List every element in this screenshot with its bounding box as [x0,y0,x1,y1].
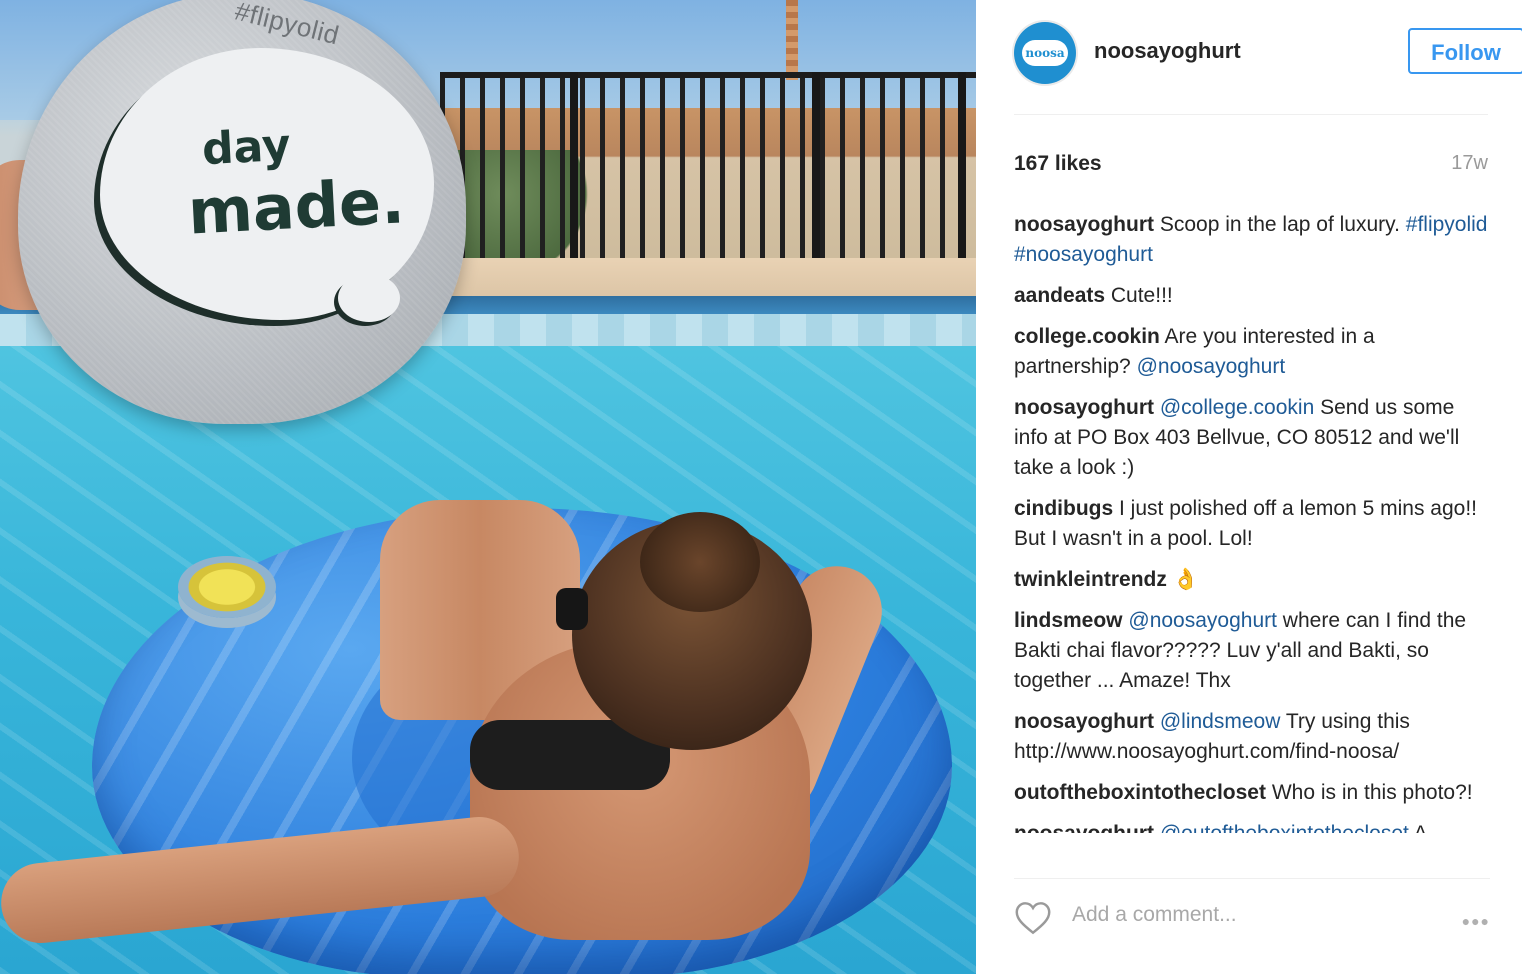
avatar-logo-text: noosa [1022,40,1068,66]
ok-hand-emoji: 👌 [1166,568,1199,591]
comment-username[interactable]: noosayoghurt [1014,396,1154,419]
follow-button[interactable]: Follow [1408,28,1522,74]
likes-count[interactable]: 167 likes [1014,152,1102,176]
comment-mention[interactable]: @noosayoghurt [1128,609,1277,632]
fence-post [958,72,966,262]
yoghurt-lid: #flipyolid day made. [18,0,466,424]
comment-item: lindsmeow @noosayoghurt where can I find… [1014,606,1490,696]
comment-username[interactable]: outoftheboxintothecloset [1014,781,1266,804]
post-age[interactable]: 17w [1451,152,1488,175]
comment-item: noosayoghurt @college.cookin Send us som… [1014,393,1490,483]
pool-fence [440,72,976,268]
post-header: noosa noosayoghurt Follow [1014,18,1522,115]
post-details-panel: noosa noosayoghurt Follow 167 likes 17w … [976,0,1522,974]
comment-text: A [1409,822,1428,833]
heart-icon[interactable] [1014,901,1052,935]
comment-username[interactable]: twinkleintrendz [1014,568,1167,591]
add-comment-input[interactable]: Add a comment... [1072,903,1237,927]
comment-item: twinkleintrendz 👌 [1014,565,1490,595]
comment-username[interactable]: college.cookin [1014,325,1160,348]
sunglasses [556,588,588,630]
comment-mention[interactable]: @outoftheboxintothecloset [1160,822,1409,833]
comment-username[interactable]: aandeats [1014,284,1105,307]
comment-username[interactable]: noosayoghurt [1014,710,1154,733]
comment-item: outoftheboxintothecloset Who is in this … [1014,778,1490,808]
post-photo[interactable]: #flipyolid day made. [0,0,976,974]
instagram-post: #flipyolid day made. noosa noosayoghurt … [0,0,1522,974]
comment-mention[interactable]: @lindsmeow [1160,710,1281,733]
fence-post [570,72,578,262]
pool-deck [440,258,976,298]
username-link[interactable]: noosayoghurt [1094,38,1241,64]
more-options-icon[interactable]: ●●● [1462,913,1490,929]
hair-bun [640,512,760,612]
comment-text: Cute!!! [1105,284,1173,307]
lid-speech-cloud-tail [338,274,400,322]
avatar[interactable]: noosa [1014,22,1076,84]
comment-item: noosayoghurt Scoop in the lap of luxury.… [1014,210,1490,270]
comment-item: cindibugs I just polished off a lemon 5 … [1014,494,1490,554]
comment-item: noosayoghurt @lindsmeow Try using this h… [1014,707,1490,767]
comment-item-partial: noosayoghurt @outoftheboxintothecloset A [1014,819,1490,833]
comment-username[interactable]: cindibugs [1014,497,1113,520]
cup-holder [178,556,276,618]
comment-item: aandeats Cute!!! [1014,281,1490,311]
comment-item: college.cookin Are you interested in a p… [1014,322,1490,382]
comments-list[interactable]: noosayoghurt Scoop in the lap of luxury.… [1014,210,1490,862]
lid-text-made: made. [186,164,407,249]
comment-text: Who is in this photo?! [1265,781,1473,804]
lid-hashtag: #flipyolid [232,0,343,51]
crane [786,0,798,80]
comment-username[interactable]: noosayoghurt [1014,822,1154,833]
comment-username[interactable]: lindsmeow [1014,609,1123,632]
comment-username[interactable]: noosayoghurt [1014,213,1154,236]
comment-mention[interactable]: @college.cookin [1160,396,1314,419]
lid-text-day: day [200,119,292,176]
comment-mention[interactable]: @noosayoghurt [1137,355,1286,378]
comment-footer: Add a comment... ●●● [1014,878,1490,969]
comment-text: Scoop in the lap of luxury. [1154,213,1406,236]
fence-post [812,72,820,262]
